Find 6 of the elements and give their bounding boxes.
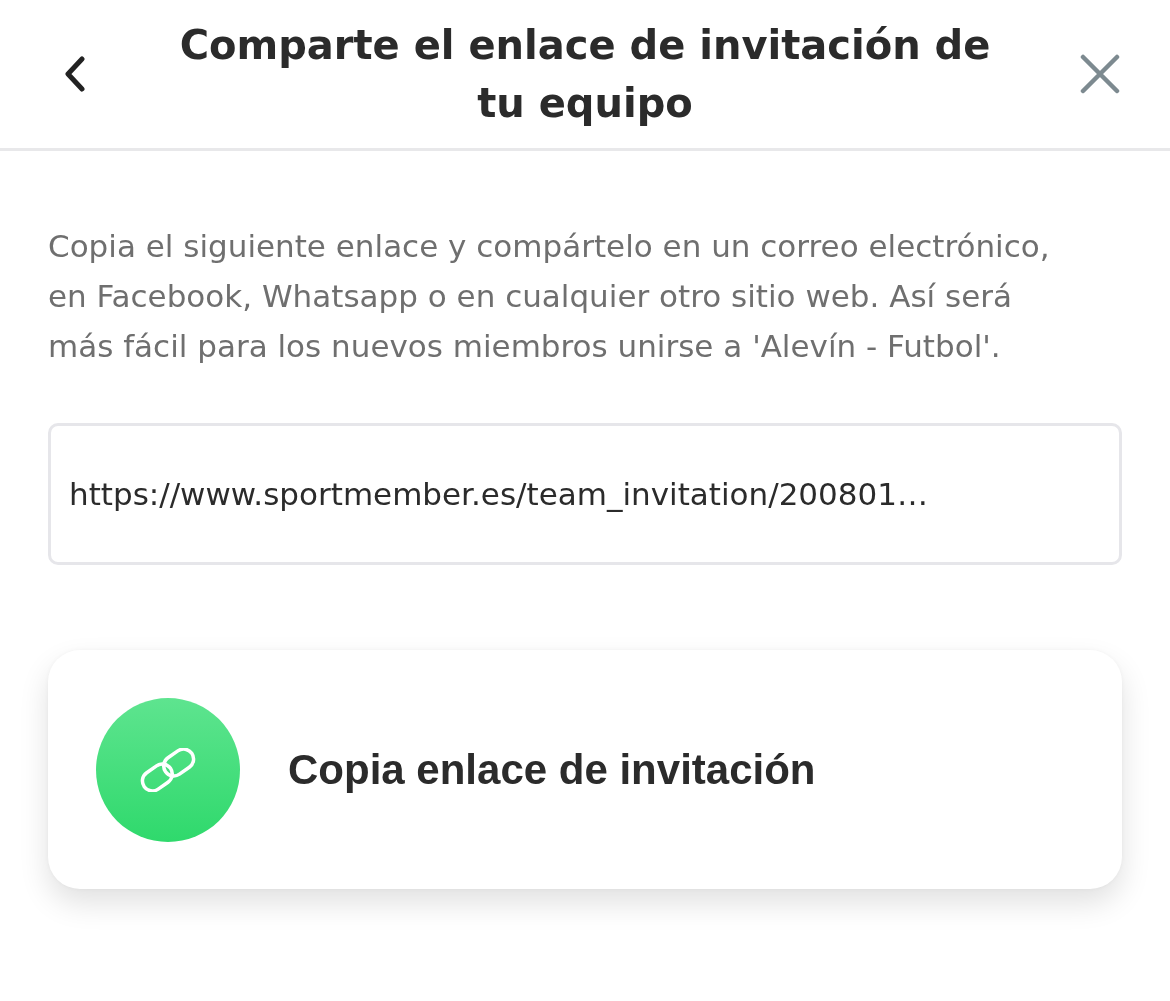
close-icon (1080, 54, 1120, 94)
instructions-text: Copia el siguiente enlace y compártelo en un correo electrónico, en Facebook, Whatsapp o en cualquier otro sitio web. Así será más fácil para los nuevos miembros unirse a 'Alevín - Futbol'. (48, 227, 1051, 366)
link-field[interactable]: https://www.sportmember.es/team_invitation/200801… (48, 423, 1122, 565)
chevron-left-icon (64, 56, 86, 92)
dialog-title: Comparte el enlace de invitación de tu equipo (178, 21, 992, 128)
copy-link-button[interactable]: Copia enlace de invitación (48, 650, 1122, 889)
